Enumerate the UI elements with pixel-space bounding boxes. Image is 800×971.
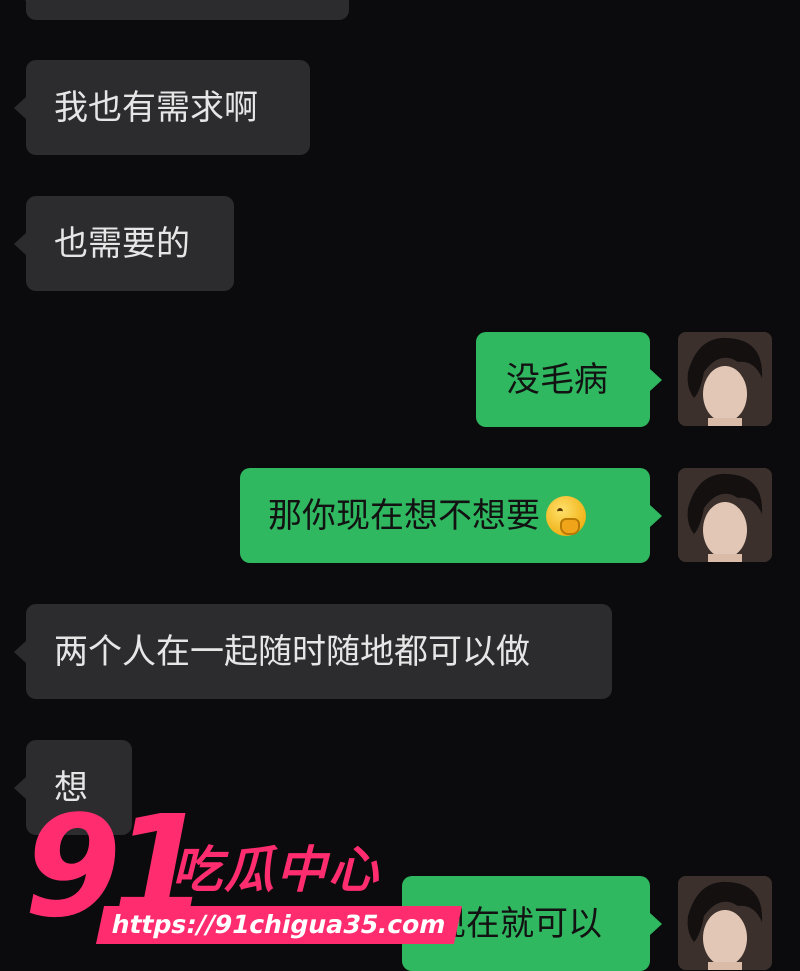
message-text: 那你现在想不想要 bbox=[268, 495, 540, 536]
message-text: 两个人在一起随时随地都可以做 bbox=[54, 631, 530, 672]
avatar[interactable] bbox=[678, 876, 772, 970]
message-bubble-outgoing[interactable]: 那你现在想不想要 bbox=[240, 468, 662, 563]
message-bubble-incoming[interactable]: 也需要的 bbox=[14, 196, 234, 291]
message-text: 也需要的 bbox=[54, 223, 190, 264]
message-text: 我也有需求啊 bbox=[54, 87, 258, 128]
avatar-photo-icon bbox=[678, 876, 772, 970]
avatar-photo-icon bbox=[678, 468, 772, 562]
watermark-url: https://91chigua35.com bbox=[95, 906, 462, 944]
message-bubble-outgoing[interactable]: 没毛病 bbox=[476, 332, 662, 427]
message-bubble-incoming[interactable]: 两个人在一起随时随地都可以做 bbox=[14, 604, 612, 699]
message-bubble-incoming[interactable]: 我也有需求啊 bbox=[14, 60, 310, 155]
message-text: 没毛病 bbox=[506, 359, 608, 400]
avatar[interactable] bbox=[678, 332, 772, 426]
thinking-face-icon bbox=[546, 495, 586, 536]
avatar[interactable] bbox=[678, 468, 772, 562]
message-bubble-incoming-cropped bbox=[14, 0, 349, 20]
avatar-photo-icon bbox=[678, 332, 772, 426]
watermark-logo-name: 吃瓜中心 bbox=[172, 841, 380, 899]
